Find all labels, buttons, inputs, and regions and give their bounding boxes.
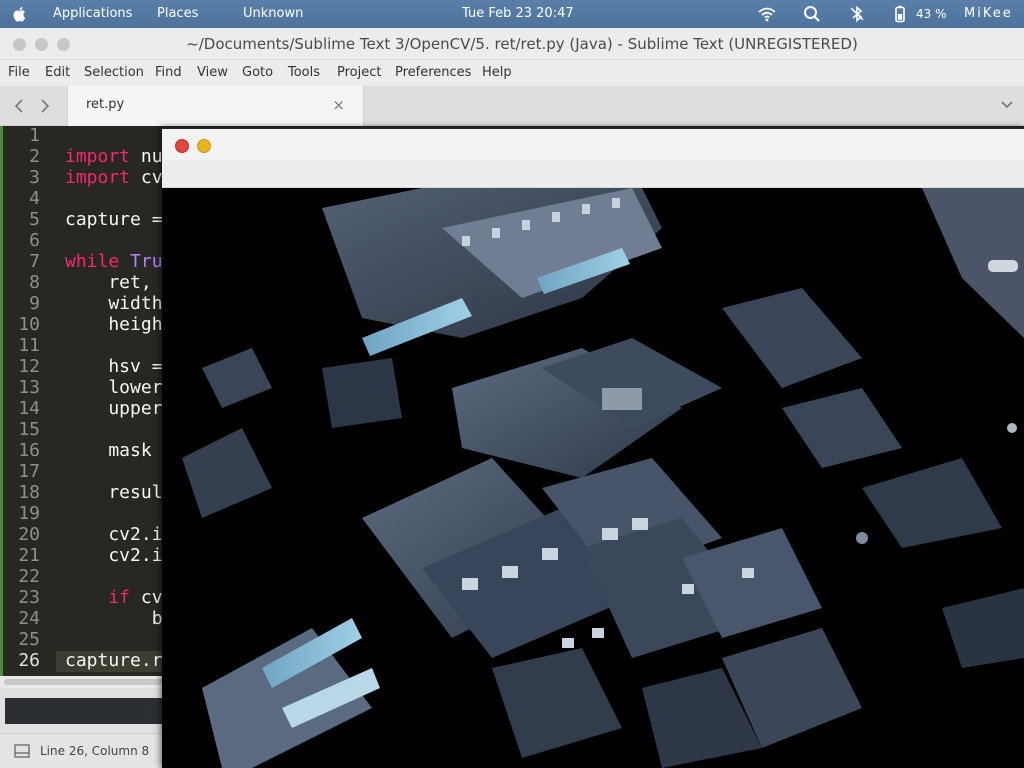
line-number: 15	[18, 419, 40, 440]
line-number: 10	[18, 314, 40, 335]
image-window-toolbar	[162, 160, 1024, 188]
menu-help[interactable]: Help	[482, 65, 512, 80]
menu-project[interactable]: Project	[337, 65, 381, 80]
battery-icon[interactable]	[890, 4, 910, 24]
code-line-21[interactable]: cv2.i	[65, 545, 162, 566]
code-line-16[interactable]: mask	[65, 440, 151, 461]
menu-find[interactable]: Find	[155, 65, 182, 80]
minimize-button[interactable]	[197, 139, 211, 153]
line-number: 2	[29, 146, 40, 167]
line-number: 12	[18, 356, 40, 377]
console-input[interactable]	[5, 698, 175, 724]
line-number: 13	[18, 377, 40, 398]
chevron-right-icon[interactable]	[38, 98, 52, 114]
window-title: ~/Documents/Sublime Text 3/OpenCV/5. ret…	[186, 35, 858, 53]
chevron-left-icon[interactable]	[12, 98, 26, 114]
line-number: 17	[18, 461, 40, 482]
battery-percentage: 43 %	[916, 7, 947, 21]
code-line-23[interactable]: if cv	[65, 587, 162, 608]
line-number: 21	[18, 545, 40, 566]
code-line-3[interactable]: import cv	[65, 167, 163, 188]
line-number: 22	[18, 566, 40, 587]
code-line-9[interactable]: width	[65, 293, 162, 314]
line-number: 24	[18, 608, 40, 629]
chevron-down-icon[interactable]	[1000, 98, 1014, 112]
line-number: 4	[29, 188, 40, 209]
clock[interactable]: Tue Feb 23 20:47	[462, 6, 574, 21]
menu-edit[interactable]: Edit	[45, 65, 70, 80]
line-number: 6	[29, 230, 40, 251]
line-number: 3	[29, 167, 40, 188]
code-line-14[interactable]: upper	[65, 398, 162, 419]
line-number: 25	[18, 629, 40, 650]
line-number: 1	[29, 126, 40, 146]
code-line-20[interactable]: cv2.i	[65, 524, 162, 545]
menu-selection[interactable]: Selection	[84, 65, 144, 80]
code-line-5[interactable]: capture =	[65, 209, 163, 230]
line-number: 16	[18, 440, 40, 461]
bluetooth-icon[interactable]	[847, 4, 867, 24]
user-menu[interactable]: MiKee	[964, 6, 1013, 21]
menu-preferences[interactable]: Preferences	[395, 65, 471, 80]
close-icon[interactable]: ×	[332, 96, 345, 114]
masked-aerial-city-image	[162, 188, 1024, 768]
line-number: 7	[29, 251, 40, 272]
line-number: 5	[29, 209, 40, 230]
menu-view[interactable]: View	[197, 65, 228, 80]
line-number: 26	[18, 650, 40, 671]
cursor-position: Line 26, Column 8	[40, 744, 150, 758]
line-number: 18	[18, 482, 40, 503]
code-line-7[interactable]: while Tru	[65, 251, 163, 272]
code-line-18[interactable]: resul	[65, 482, 162, 503]
code-line-2[interactable]: import nu	[65, 146, 163, 167]
line-number: 19	[18, 503, 40, 524]
tab-bar: ret.py ×	[0, 86, 1024, 126]
close-button[interactable]	[175, 139, 189, 153]
opencv-image-window[interactable]	[162, 127, 1024, 768]
menu-tools[interactable]: Tools	[288, 65, 320, 80]
code-line-10[interactable]: heigh	[65, 314, 162, 335]
tab-ret-py[interactable]: ret.py ×	[67, 86, 364, 126]
line-number-gutter: 1 2 3 4 5 6 7 8 9 10 11 12 13 14 15 16 17 18 19 20 21 22 23 24 2…	[0, 126, 56, 676]
code-line-26[interactable]: capture.r	[65, 650, 163, 671]
menu-file[interactable]: File	[8, 65, 30, 80]
line-number: 9	[29, 293, 40, 314]
tab-label: ret.py	[86, 97, 125, 112]
line-number: 8	[29, 272, 40, 293]
menu-bar: File Edit Selection Find View Goto Tools…	[0, 60, 1024, 86]
code-line-13[interactable]: lower	[65, 377, 162, 398]
window-title-bar[interactable]: ~/Documents/Sublime Text 3/OpenCV/5. ret…	[0, 28, 1024, 60]
code-line-12[interactable]: hsv =	[65, 356, 162, 377]
menu-goto[interactable]: Goto	[242, 65, 273, 80]
image-window-title-bar[interactable]	[162, 127, 1024, 160]
code-line-24[interactable]: b	[65, 608, 163, 629]
active-app-menu[interactable]: Unknown	[243, 6, 303, 21]
places-menu[interactable]: Places	[157, 6, 198, 21]
applications-menu[interactable]: Applications	[53, 6, 132, 21]
masked-image-view[interactable]	[162, 188, 1024, 768]
line-number: 14	[18, 398, 40, 419]
apple-icon[interactable]	[12, 5, 28, 23]
search-icon[interactable]	[802, 4, 822, 24]
wifi-icon[interactable]	[757, 4, 777, 24]
panel-toggle-icon[interactable]	[14, 744, 30, 758]
line-number: 23	[18, 587, 40, 608]
system-top-panel: Applications Places Unknown Tue Feb 23 2…	[0, 0, 1024, 28]
line-number: 11	[18, 335, 40, 356]
line-number: 20	[18, 524, 40, 545]
code-line-8[interactable]: ret,	[65, 272, 151, 293]
